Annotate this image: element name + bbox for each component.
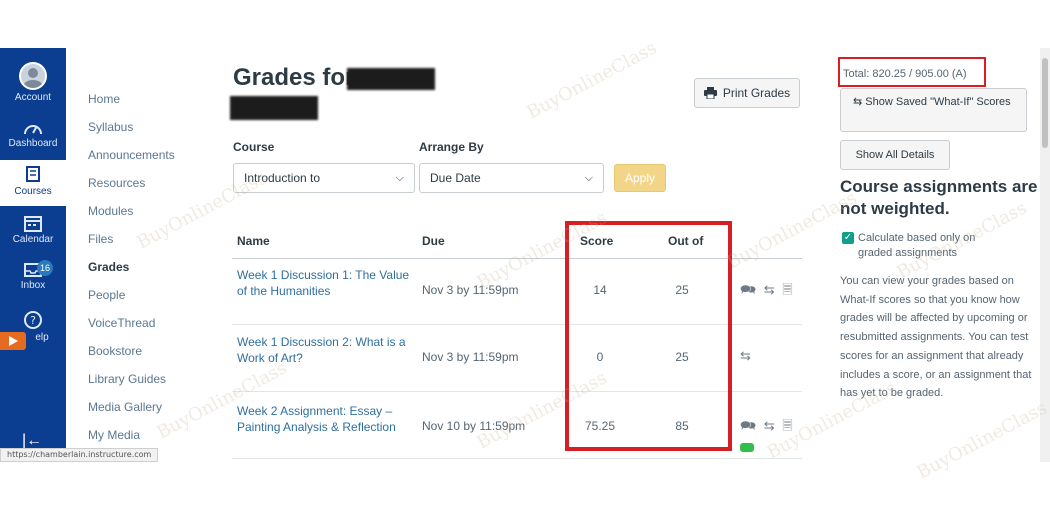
course-nav-library-guides[interactable]: Library Guides: [88, 372, 166, 386]
course-select[interactable]: Introduction to ⌵: [233, 163, 415, 193]
help-icon: ?: [24, 311, 42, 329]
weighting-heading: Course assignments are not weighted.: [840, 177, 1038, 218]
global-nav-courses[interactable]: Courses: [0, 160, 66, 206]
course-nav-people[interactable]: People: [88, 288, 125, 302]
printer-icon: [703, 87, 717, 99]
what-if-label: Show Saved "What-If" Scores: [865, 96, 1011, 108]
global-nav-courses-label: Courses: [14, 186, 52, 197]
print-grades-label: Print Grades: [722, 86, 791, 100]
arrange-by-select[interactable]: Due Date ⌵: [419, 163, 604, 193]
course-select-value: Introduction to: [244, 171, 321, 185]
row-action-icons-text: 🗪 ⇆ 🗏: [740, 418, 795, 433]
global-nav-account[interactable]: Account: [0, 62, 66, 103]
what-if-icon: ⇆: [853, 96, 863, 108]
course-nav-modules[interactable]: Modules: [88, 204, 133, 218]
watermark: BuyOnlineClass: [913, 397, 1050, 484]
global-nav-calendar-label: Calendar: [12, 234, 54, 245]
watermark: BuyOnlineClass: [523, 37, 661, 124]
green-status-icon: [740, 443, 754, 453]
course-nav-bookstore[interactable]: Bookstore: [88, 344, 142, 358]
global-nav-dashboard[interactable]: Dashboard: [0, 120, 66, 149]
arrange-by-label: Arrange By: [419, 140, 484, 154]
assignment-link[interactable]: Week 2 Assignment: Essay – Painting Anal…: [237, 403, 417, 435]
inbox-badge: 16: [37, 260, 53, 276]
account-avatar-icon: [19, 62, 47, 90]
chevron-down-icon: ⌵: [395, 171, 404, 184]
total-grade: Total: 820.25 / 905.00 (A): [838, 57, 986, 87]
page-title: Grades for: [233, 64, 355, 91]
global-nav: Account Dashboard Courses Calendar 16 In…: [0, 48, 66, 450]
course-nav-home[interactable]: Home: [88, 92, 120, 106]
svg-text:?: ?: [30, 314, 36, 327]
course-nav-my-media[interactable]: My Media: [88, 428, 140, 442]
global-nav-dashboard-label: Dashboard: [8, 138, 58, 149]
scrollbar-thumb[interactable]: [1042, 58, 1048, 148]
calendar-icon: [24, 216, 42, 232]
global-nav-inbox-label: Inbox: [20, 280, 46, 291]
print-grades-button[interactable]: Print Grades: [694, 78, 800, 108]
calculate-graded-only-label[interactable]: Calculate based only on graded assignmen…: [858, 231, 1008, 261]
row-action-icons[interactable]: 🗪 ⇆ 🗏: [740, 281, 795, 303]
course-nav-media-gallery[interactable]: Media Gallery: [88, 400, 162, 414]
course-nav-files[interactable]: Files: [88, 232, 113, 246]
column-header-name[interactable]: Name: [237, 234, 270, 248]
what-if-info-text: You can view your grades based on What-I…: [840, 275, 1032, 400]
course-nav-voicethread[interactable]: VoiceThread: [88, 316, 155, 330]
row-action-icons[interactable]: 🗪 ⇆ 🗏: [740, 417, 802, 454]
redacted-student-name-line2: [230, 96, 318, 120]
global-nav-calendar[interactable]: Calendar: [0, 214, 66, 245]
dashboard-icon: [24, 125, 42, 135]
course-nav-grades[interactable]: Grades: [88, 260, 129, 274]
course-nav-resources[interactable]: Resources: [88, 176, 145, 190]
column-header-due[interactable]: Due: [422, 234, 445, 248]
apply-button[interactable]: Apply: [614, 164, 666, 192]
due-date: Nov 3 by 11:59pm: [422, 350, 519, 364]
rubric-icon[interactable]: ⇆: [740, 348, 753, 364]
course-nav-announcements[interactable]: Announcements: [88, 148, 175, 162]
assignment-link[interactable]: Week 1 Discussion 1: The Value of the Hu…: [237, 267, 417, 299]
global-nav-inbox[interactable]: 16 Inbox: [0, 260, 66, 291]
course-nav-syllabus[interactable]: Syllabus: [88, 120, 133, 134]
score-highlight-box: [565, 221, 732, 451]
courses-icon: [26, 166, 40, 182]
global-nav-account-label: Account: [14, 92, 52, 103]
due-date: Nov 3 by 11:59pm: [422, 283, 519, 297]
course-filter-label: Course: [233, 140, 275, 154]
checkbox-checked-icon[interactable]: ✓: [842, 232, 854, 244]
play-icon[interactable]: [0, 332, 26, 350]
status-bar-url: https://chamberlain.instructure.com: [0, 448, 159, 462]
show-what-if-scores-button[interactable]: ⇆ Show Saved "What-If" Scores: [840, 88, 1027, 132]
page-scrollbar[interactable]: [1040, 48, 1050, 462]
show-all-details-button[interactable]: Show All Details: [840, 140, 950, 170]
redacted-student-name: [347, 68, 435, 90]
arrange-by-value: Due Date: [430, 171, 481, 185]
due-date: Nov 10 by 11:59pm: [422, 419, 526, 433]
chevron-down-icon: ⌵: [584, 171, 593, 184]
assignment-link[interactable]: Week 1 Discussion 2: What is a Work of A…: [237, 334, 417, 366]
